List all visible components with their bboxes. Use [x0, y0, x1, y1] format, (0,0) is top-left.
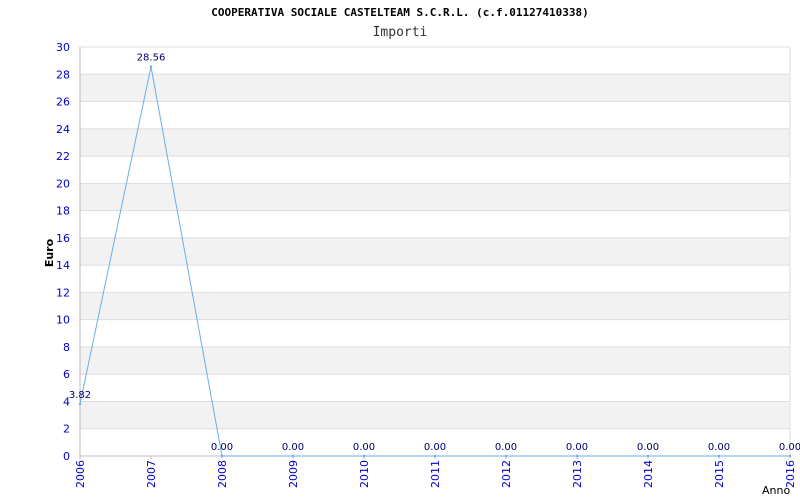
y-tick-label: 22	[56, 150, 70, 163]
x-tick-label: 2008	[216, 460, 229, 488]
grid-band	[80, 183, 790, 211]
y-tick-label: 26	[56, 96, 70, 109]
y-tick-label: 30	[56, 41, 70, 54]
data-label: 0.00	[708, 442, 730, 453]
x-tick-label: 2006	[74, 460, 87, 488]
x-tick-label: 2010	[358, 460, 371, 488]
y-tick-label: 16	[56, 232, 70, 245]
y-tick-label: 10	[56, 314, 70, 327]
grid-band	[80, 346, 790, 375]
chart-container: COOPERATIVA SOCIALE CASTELTEAM S.C.R.L. …	[0, 0, 800, 500]
y-tick-label: 0	[63, 450, 70, 463]
x-tick-label: 2013	[571, 460, 584, 488]
y-tick-label: 28	[56, 68, 70, 81]
data-label: 0.00	[211, 442, 233, 453]
line-chart: 024681012141618202224262830 2006 2007 2008…	[43, 41, 800, 497]
data-label: 0.00	[495, 442, 517, 453]
y-tick-label: 8	[63, 341, 70, 354]
data-label: 0.00	[637, 442, 659, 453]
data-label: 0.00	[566, 442, 588, 453]
y-tick-label: 6	[63, 368, 70, 381]
grid-band	[80, 74, 790, 102]
grid-band	[80, 292, 790, 320]
background-bands	[80, 74, 790, 429]
data-point	[149, 65, 153, 68]
data-point	[717, 454, 721, 458]
x-tick-label: 2012	[500, 460, 513, 488]
y-tick-label: 24	[56, 123, 70, 136]
data-point	[362, 454, 366, 458]
x-tick-label: 2009	[287, 460, 300, 488]
y-tick-label: 20	[56, 177, 70, 190]
data-label: 0.00	[779, 442, 800, 453]
data-label: 0.00	[353, 442, 375, 453]
data-label: 3.82	[69, 390, 91, 401]
data-point	[788, 454, 792, 458]
x-tick-label: 2014	[642, 460, 655, 488]
data-label: 28.56	[137, 53, 166, 64]
x-tick-label: 2015	[713, 460, 726, 488]
y-tick-label: 12	[56, 286, 70, 299]
data-point	[433, 454, 437, 458]
data-point	[504, 454, 508, 458]
x-tick-label: 2011	[429, 460, 442, 488]
data-label: 0.00	[424, 442, 446, 453]
grid-band	[80, 128, 790, 157]
grid-band	[80, 401, 790, 429]
data-label: 0.00	[282, 442, 304, 453]
x-axis-label: Anno	[762, 484, 790, 497]
y-axis-label: Euro	[43, 238, 56, 267]
x-tick-labels: 2006 2007 2008 2009 2010 2011 2012 2013 2014 2015…	[74, 456, 797, 488]
data-point	[78, 402, 82, 406]
y-tick-label: 18	[56, 205, 70, 218]
data-point	[575, 454, 579, 458]
data-point	[291, 454, 295, 458]
data-point	[220, 454, 224, 458]
y-tick-label: 2	[63, 423, 70, 436]
x-tick-label: 2007	[145, 460, 158, 488]
y-tick-label: 14	[56, 259, 70, 272]
data-point	[646, 454, 650, 458]
